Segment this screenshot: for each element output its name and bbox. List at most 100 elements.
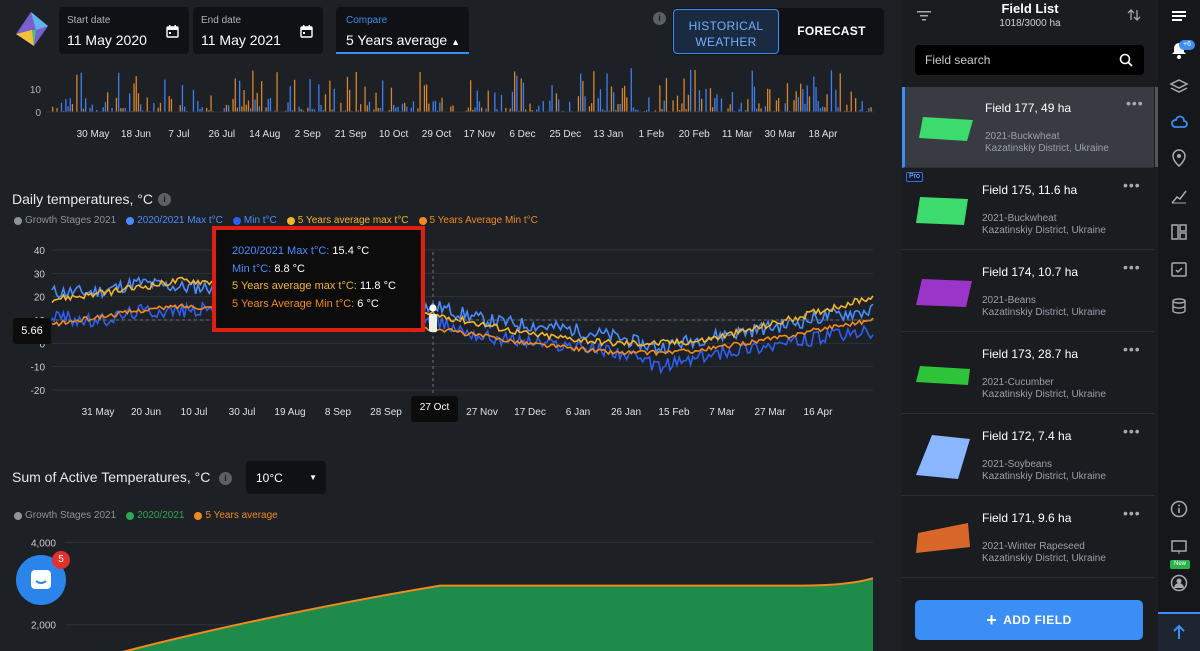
end-date-field[interactable]: End date 11 May 2021 bbox=[193, 7, 323, 54]
precip-bar bbox=[239, 80, 241, 112]
threshold-select[interactable]: 10°C ▼ bbox=[246, 461, 326, 494]
precip-bar bbox=[102, 107, 104, 112]
precip-bar bbox=[822, 106, 824, 112]
precip-bar bbox=[247, 100, 250, 112]
field-row[interactable]: Field 171, 9.6 ha 2021-Winter Rapeseed Ka… bbox=[902, 497, 1154, 578]
field-row[interactable]: Field 173, 28.7 ha 2021-Cucumber Kazatins… bbox=[902, 333, 1154, 414]
scroll-top-button[interactable] bbox=[1158, 612, 1200, 651]
account-icon[interactable] bbox=[1169, 573, 1189, 593]
sort-icon[interactable] bbox=[1127, 8, 1141, 22]
legend-item-5y-max[interactable]: 5 Years average max t°C bbox=[286, 215, 409, 226]
tab-historical-weather[interactable]: HISTORICAL WEATHER bbox=[673, 9, 779, 54]
field-crop: 2021-Beans Kazatinskiy District, Ukraine bbox=[982, 295, 1106, 319]
weather-cloud-icon[interactable] bbox=[1169, 112, 1189, 132]
precip-x-tick-label: 30 Mar bbox=[764, 129, 796, 140]
info-icon[interactable]: i bbox=[219, 472, 232, 485]
legend-swatch bbox=[286, 216, 295, 225]
legend-label: 2020/2021 Max t°C bbox=[137, 215, 223, 226]
field-row[interactable]: Field 177, 49 ha 2021-Buckwheat Kazatinsk… bbox=[902, 87, 1154, 168]
more-options-icon[interactable]: ••• bbox=[1123, 423, 1141, 439]
analytics-icon[interactable] bbox=[1169, 186, 1189, 206]
tasks-icon[interactable] bbox=[1169, 259, 1189, 279]
precip-bar bbox=[360, 104, 362, 112]
precip-bar bbox=[580, 73, 582, 112]
precip-bar bbox=[146, 97, 148, 112]
daily-temps-legend: Growth Stages 2021 2020/2021 Max t°C Min… bbox=[14, 215, 538, 226]
precip-bar bbox=[599, 89, 602, 112]
legend-item-2020-2021[interactable]: 2020/2021 bbox=[126, 510, 184, 521]
legend-item-growth-stages[interactable]: Growth Stages 2021 bbox=[14, 215, 116, 226]
hover-point bbox=[429, 304, 437, 312]
map-pin-icon[interactable] bbox=[1169, 148, 1189, 168]
tab-forecast[interactable]: FORECAST bbox=[780, 9, 883, 54]
legend-item-min[interactable]: Min t°C bbox=[232, 215, 277, 226]
precip-bar bbox=[404, 102, 406, 112]
field-row[interactable]: Pro Field 175, 11.6 ha 2021-Buckwheat Kaz… bbox=[902, 169, 1154, 250]
precip-bar bbox=[868, 108, 870, 112]
legend-item-5y-min[interactable]: 5 Years Average Min t°C bbox=[418, 215, 538, 226]
precip-bar bbox=[727, 108, 729, 112]
precip-x-tick-label: 26 Jul bbox=[208, 129, 235, 140]
precip-bar bbox=[619, 104, 621, 112]
legend-item-max[interactable]: 2020/2021 Max t°C bbox=[126, 215, 223, 226]
search-icon[interactable] bbox=[1119, 53, 1133, 67]
precip-x-tick-label: 7 Jul bbox=[168, 129, 189, 140]
precip-bar bbox=[355, 72, 357, 112]
presentation-icon[interactable] bbox=[1169, 537, 1189, 557]
more-options-icon[interactable]: ••• bbox=[1126, 95, 1144, 111]
precip-bar bbox=[236, 107, 239, 112]
precip-x-tick-label: 14 Aug bbox=[249, 129, 280, 140]
precip-bar bbox=[712, 107, 714, 112]
precip-bar bbox=[687, 94, 690, 112]
field-search-input[interactable] bbox=[915, 45, 1115, 75]
threshold-value: 10°C bbox=[256, 471, 283, 485]
precip-bar bbox=[474, 107, 476, 112]
precip-bar bbox=[412, 101, 415, 112]
precip-bar bbox=[197, 101, 199, 112]
more-options-icon[interactable]: ••• bbox=[1123, 341, 1141, 357]
precip-bar bbox=[133, 83, 135, 112]
precip-y-tick: 0 bbox=[35, 108, 41, 119]
precip-bar bbox=[294, 79, 296, 112]
legend-item-growth-stages[interactable]: Growth Stages 2021 bbox=[14, 510, 116, 521]
precip-bar bbox=[819, 108, 822, 112]
growth-stage-marker[interactable] bbox=[429, 304, 437, 333]
more-options-icon[interactable]: ••• bbox=[1123, 259, 1141, 275]
precip-bar bbox=[784, 103, 786, 112]
field-row[interactable]: Field 172, 7.4 ha 2021-Soybeans Kazatinsk… bbox=[902, 415, 1154, 496]
precip-bar bbox=[379, 108, 382, 112]
compare-select[interactable]: Compare 5 Years average ▲ bbox=[336, 7, 469, 54]
calendar-icon[interactable] bbox=[300, 25, 313, 38]
chat-button[interactable]: 5 bbox=[16, 551, 70, 605]
arrow-up-icon bbox=[1173, 624, 1185, 639]
precip-bar bbox=[250, 108, 252, 112]
app-logo[interactable] bbox=[12, 10, 50, 48]
precip-bar bbox=[382, 80, 384, 112]
precip-bar bbox=[69, 98, 71, 112]
field-row[interactable]: Field 174, 10.7 ha 2021-Beans Kazatinskiy… bbox=[902, 251, 1154, 332]
precip-bar bbox=[393, 104, 395, 112]
layers-icon[interactable] bbox=[1169, 77, 1189, 97]
field-list: Field 177, 49 ha 2021-Buckwheat Kazatinsk… bbox=[902, 87, 1158, 582]
precip-bar bbox=[764, 106, 767, 112]
dashboard-icon[interactable] bbox=[1169, 222, 1189, 242]
menu-icon[interactable] bbox=[1169, 6, 1189, 26]
precip-bar bbox=[555, 93, 558, 112]
precip-x-tick-label: 10 Oct bbox=[379, 129, 409, 140]
more-options-icon[interactable]: ••• bbox=[1123, 505, 1141, 521]
info-circle-icon[interactable] bbox=[1169, 499, 1189, 519]
precip-bar bbox=[377, 107, 379, 112]
precip-bar bbox=[452, 105, 454, 112]
info-icon[interactable]: i bbox=[653, 12, 666, 25]
start-date-field[interactable]: Start date 11 May 2020 bbox=[59, 7, 189, 54]
precip-bar bbox=[835, 89, 837, 112]
more-options-icon[interactable]: ••• bbox=[1123, 177, 1141, 193]
precip-bar bbox=[349, 89, 351, 112]
precip-bar bbox=[476, 90, 478, 112]
storage-icon[interactable] bbox=[1169, 296, 1189, 316]
legend-label: 5 Years average bbox=[205, 510, 278, 521]
add-field-button[interactable]: + ADD FIELD bbox=[915, 600, 1143, 640]
info-icon[interactable]: i bbox=[158, 193, 171, 206]
legend-item-5y-average[interactable]: 5 Years average bbox=[194, 510, 278, 521]
calendar-icon[interactable] bbox=[166, 25, 179, 38]
